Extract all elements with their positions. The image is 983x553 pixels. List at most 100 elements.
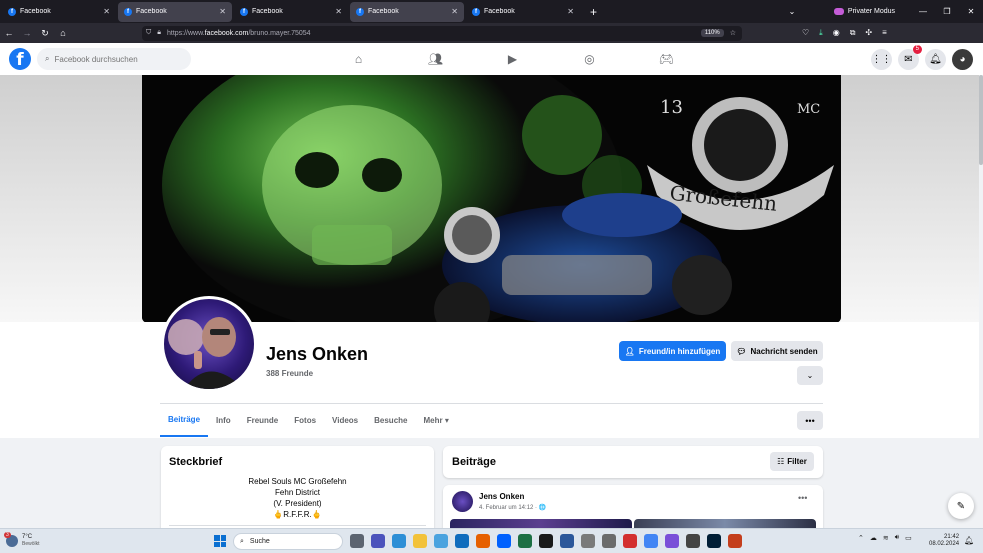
profile-header: Jens Onken 388 Freunde 👤︎ Freund/in hinz… <box>0 296 983 438</box>
intro-divider <box>169 525 426 526</box>
cloud-icon[interactable]: ☁ <box>870 534 877 542</box>
task-view-icon[interactable] <box>350 534 364 548</box>
acrobat-icon[interactable] <box>623 534 637 548</box>
home-nav-icon[interactable]: ⌂ <box>320 43 397 75</box>
page-scrollbar[interactable] <box>979 75 983 528</box>
pocket-icon[interactable]: ♡ <box>802 28 809 38</box>
post-timestamp[interactable]: 4. Februar um 14:12 · 🌐 <box>479 504 546 511</box>
profile-options-button[interactable]: ••• <box>797 411 823 430</box>
tab-list-chevron-icon[interactable]: ⌄ <box>780 7 804 16</box>
windows-start-icon[interactable] <box>214 535 226 547</box>
tab-checkins[interactable]: Besuche <box>366 404 415 437</box>
notifications-bell-icon[interactable]: 🔔︎ <box>925 48 946 70</box>
browser-tab-1[interactable]: f Facebook ✕ <box>2 2 116 22</box>
excel-icon[interactable] <box>518 534 532 548</box>
taskbar-clock[interactable]: 21:42 08.02.2024 <box>929 534 959 548</box>
back-arrow-icon[interactable]: ← <box>0 28 18 38</box>
tab-more[interactable]: Mehr ▾ <box>415 404 456 437</box>
app-icon[interactable] <box>539 534 553 548</box>
gaming-nav-icon[interactable]: 🎮︎ <box>628 43 705 75</box>
send-message-button[interactable]: 💬︎ Nachricht senden <box>731 341 823 361</box>
puzzle-icon[interactable]: ✣ <box>865 28 872 38</box>
add-friend-button[interactable]: 👤︎ Freund/in hinzufügen <box>619 341 726 361</box>
profile-more-button[interactable]: ⌄ <box>797 366 823 385</box>
firefox-icon[interactable] <box>476 534 490 548</box>
profile-avatar[interactable] <box>161 296 257 392</box>
store-icon[interactable] <box>434 534 448 548</box>
menu-icon[interactable]: ≡ <box>882 28 887 38</box>
tab-info[interactable]: Info <box>208 404 239 437</box>
app-icon[interactable] <box>644 534 658 548</box>
taskbar-search[interactable]: ⌕ Suche <box>233 533 343 550</box>
address-bar[interactable]: ⛉ 🔒︎ https://www. facebook.com /bruno.ma… <box>142 25 742 41</box>
app-icon[interactable] <box>686 534 700 548</box>
wifi-icon[interactable]: ≋ <box>883 534 889 542</box>
download-icon[interactable]: ⤓ <box>819 28 823 38</box>
tab-title: Facebook <box>484 8 515 15</box>
notification-bell-icon[interactable]: 🔔︎ <box>964 536 974 545</box>
facebook-logo-icon[interactable]: f <box>9 48 31 70</box>
account-icon[interactable]: ◉ <box>833 28 840 38</box>
lock-icon: 🔒︎ <box>157 29 161 36</box>
forward-arrow-icon[interactable]: → <box>18 28 36 38</box>
tab-photos[interactable]: Fotos <box>286 404 324 437</box>
app-icon[interactable] <box>581 534 595 548</box>
post-author-avatar[interactable] <box>452 491 473 512</box>
edge-icon[interactable] <box>392 534 406 548</box>
filter-sliders-icon: ☷ <box>777 457 785 466</box>
tab-videos[interactable]: Videos <box>324 404 366 437</box>
home-icon[interactable]: ⌂ <box>54 28 72 38</box>
bookmark-star-icon[interactable]: ☆ <box>730 29 736 37</box>
browser-tab-2[interactable]: f Facebook ✕ <box>118 1 232 22</box>
volume-icon[interactable]: 🔊︎ <box>895 534 899 542</box>
friends-nav-icon[interactable]: 👥︎ <box>397 43 474 75</box>
mail-icon[interactable] <box>455 534 469 548</box>
powerpoint-icon[interactable] <box>728 534 742 548</box>
app-icon[interactable] <box>665 534 679 548</box>
shield-icon: ⛉ <box>146 29 152 36</box>
close-tab-icon[interactable]: ✕ <box>103 7 110 16</box>
tab-friends[interactable]: Freunde <box>239 404 287 437</box>
chevron-up-icon[interactable]: ⌃ <box>858 534 864 542</box>
messenger-icon: 💬︎ <box>736 346 747 356</box>
groups-nav-icon[interactable]: ◎ <box>551 43 628 75</box>
close-window-button[interactable]: ✕ <box>959 7 983 16</box>
browser-tab-4[interactable]: f Facebook ✕ <box>350 1 464 22</box>
weather-badge: 3 <box>4 532 11 538</box>
maximize-button[interactable]: ❐ <box>935 7 959 16</box>
app-icon[interactable] <box>602 534 616 548</box>
menu-grid-icon[interactable]: ⋮⋮ <box>871 48 892 70</box>
post-author-name[interactable]: Jens Onken <box>479 492 524 501</box>
account-avatar[interactable]: ◕ <box>952 48 973 70</box>
friends-count[interactable]: 388 Freunde <box>266 369 313 378</box>
filter-button[interactable]: ☷ Filter <box>770 452 814 471</box>
dropbox-icon[interactable] <box>497 534 511 548</box>
weather-widget[interactable]: 3 7°C Bewölkt <box>4 532 76 548</box>
word-icon[interactable] <box>560 534 574 548</box>
reload-icon[interactable]: ↻ <box>36 28 54 39</box>
video-nav-icon[interactable]: ▶ <box>474 43 551 75</box>
close-tab-icon[interactable]: ✕ <box>567 7 574 16</box>
extensions-icon[interactable]: ⧉ <box>850 28 856 38</box>
scrollbar-thumb[interactable] <box>979 75 983 165</box>
zoom-level[interactable]: 110% <box>700 29 724 37</box>
post-options-icon[interactable]: ••• <box>798 493 807 503</box>
new-message-button[interactable]: ✎ <box>948 493 974 519</box>
minimize-button[interactable]: — <box>911 7 935 16</box>
browser-tab-3[interactable]: f Facebook ✕ <box>234 2 348 22</box>
close-tab-icon[interactable]: ✕ <box>335 7 342 16</box>
battery-icon[interactable]: ▭ <box>905 534 912 542</box>
new-tab-button[interactable]: + <box>590 5 597 19</box>
teams-icon[interactable] <box>371 534 385 548</box>
intro-card: Steckbrief Rebel Souls MC Großefehn Fehn… <box>161 446 434 536</box>
photoshop-icon[interactable] <box>707 534 721 548</box>
close-tab-icon[interactable]: ✕ <box>451 7 458 16</box>
file-explorer-icon[interactable] <box>413 534 427 548</box>
facebook-search[interactable]: ⌕ <box>37 48 191 70</box>
close-tab-icon[interactable]: ✕ <box>219 7 226 16</box>
browser-tab-5[interactable]: f Facebook ✕ <box>466 2 580 22</box>
tab-posts[interactable]: Beiträge <box>160 404 209 437</box>
search-input[interactable] <box>54 54 175 64</box>
messenger-icon[interactable]: ✉ 5 <box>898 44 922 70</box>
cover-photo[interactable]: 13 MC Großefehn <box>142 75 841 323</box>
